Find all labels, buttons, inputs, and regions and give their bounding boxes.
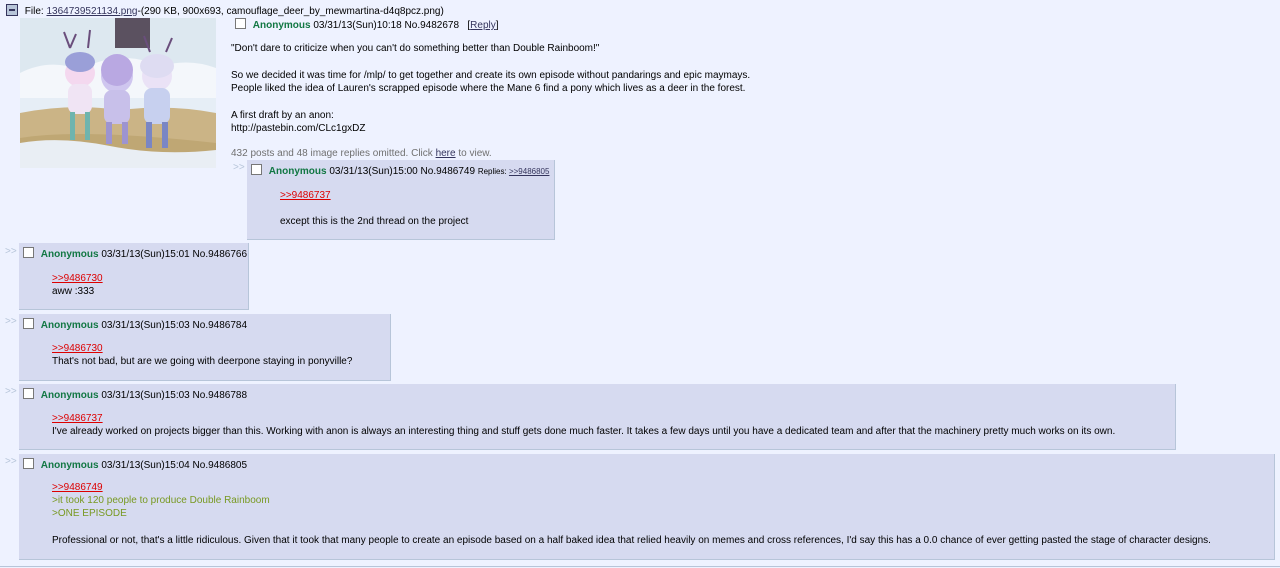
reply-arrow: >> — [5, 456, 17, 467]
backlink[interactable]: >>9486805 — [509, 167, 550, 176]
reply-postinfo: Anonymous 03/31/13(Sun)15:00 No.9486749 … — [251, 164, 549, 178]
replies-label: Replies: — [477, 167, 507, 176]
reply-post: Anonymous 03/31/13(Sun)15:04 No.9486805 … — [19, 454, 1275, 560]
reply-number[interactable]: No.9486805 — [193, 460, 248, 471]
reply-number[interactable]: No.9486784 — [193, 320, 248, 331]
op-thumbnail[interactable] — [20, 18, 216, 168]
reply-checkbox[interactable] — [23, 458, 34, 469]
reply-name: Anonymous — [40, 390, 99, 401]
reply-datetime: 03/31/13(Sun)15:04 — [101, 460, 190, 471]
op-number[interactable]: No.9482678 — [405, 20, 460, 31]
minimize-thread-icon[interactable] — [6, 4, 18, 16]
reply-arrow: >> — [5, 246, 17, 257]
reply-text: That's not bad, but are we going with de… — [52, 356, 353, 367]
omitted-notice: 432 posts and 48 image replies omitted. … — [231, 147, 492, 160]
reply-postinfo: Anonymous 03/31/13(Sun)15:03 No.9486784 — [23, 318, 247, 332]
reply-text: aww :333 — [52, 286, 95, 297]
op-line-3: People liked the idea of Lauren's scrapp… — [231, 83, 746, 94]
quote-link[interactable]: >>9486737 — [280, 189, 331, 202]
reply-checkbox[interactable] — [23, 247, 34, 258]
reply-post: Anonymous 03/31/13(Sun)15:03 No.9486784 … — [19, 314, 391, 381]
divider — [0, 566, 1280, 567]
omitted-prefix: 432 posts and 48 image replies omitted. … — [231, 148, 436, 159]
op-line-5[interactable]: http://pastebin.com/CLc1gxDZ — [231, 122, 366, 135]
op-name: Anonymous — [252, 20, 311, 31]
file-info: File: 1364739521134.png-(290 KB, 900x693… — [6, 4, 444, 17]
reply-arrow: >> — [233, 162, 245, 173]
op-line-1: "Don't dare to criticize when you can't … — [231, 43, 600, 54]
reply-datetime: 03/31/13(Sun)15:03 — [101, 320, 190, 331]
reply-text: except this is the 2nd thread on the pro… — [280, 216, 469, 227]
greentext-line: >it took 120 people to produce Double Ra… — [52, 495, 270, 506]
file-label: File: — [24, 6, 44, 17]
op-postinfo: Anonymous 03/31/13(Sun)10:18 No.9482678 … — [235, 18, 499, 32]
quote-link[interactable]: >>9486730 — [52, 342, 103, 355]
op-line-4: A first draft by an anon: — [231, 110, 334, 121]
reply-link[interactable]: Reply — [470, 20, 496, 31]
reply-arrow: >> — [5, 386, 17, 397]
deer-ponies-image — [20, 18, 216, 168]
reply-number[interactable]: No.9486788 — [193, 390, 248, 401]
reply-checkbox[interactable] — [23, 388, 34, 399]
backlinks: Replies: >>9486805 — [478, 167, 550, 176]
reply-name: Anonymous — [40, 460, 99, 471]
reply-postinfo: Anonymous 03/31/13(Sun)15:04 No.9486805 — [23, 458, 247, 472]
reply-datetime: 03/31/13(Sun)15:03 — [101, 390, 190, 401]
reply-datetime: 03/31/13(Sun)15:00 — [329, 166, 418, 177]
reply-post: Anonymous 03/31/13(Sun)15:01 No.9486766 … — [19, 243, 249, 310]
reply-postinfo: Anonymous 03/31/13(Sun)15:01 No.9486766 — [23, 247, 247, 261]
reply-post: Anonymous 03/31/13(Sun)15:00 No.9486749 … — [247, 160, 555, 240]
reply-text: Professional or not, that's a little rid… — [52, 535, 1211, 546]
file-meta: -(290 KB, 900x693, camouflage_deer_by_me… — [137, 6, 444, 17]
file-link[interactable]: 1364739521134.png — [46, 6, 137, 17]
reply-bracket-close: ] — [495, 20, 499, 31]
reply-number[interactable]: No.9486749 — [421, 166, 476, 177]
greentext-line: >ONE EPISODE — [52, 508, 127, 519]
reply-number[interactable]: No.9486766 — [193, 249, 248, 260]
reply-checkbox[interactable] — [251, 164, 262, 175]
reply-name: Anonymous — [268, 166, 327, 177]
omitted-suffix: to view. — [455, 148, 492, 159]
reply-arrow: >> — [5, 316, 17, 327]
reply-datetime: 03/31/13(Sun)15:01 — [101, 249, 190, 260]
op-checkbox[interactable] — [235, 18, 246, 29]
reply-text: I've already worked on projects bigger t… — [52, 426, 1116, 437]
quote-link[interactable]: >>9486749 — [52, 481, 103, 494]
op-datetime: 03/31/13(Sun)10:18 — [313, 20, 402, 31]
reply-postinfo: Anonymous 03/31/13(Sun)15:03 No.9486788 — [23, 388, 247, 402]
quote-link[interactable]: >>9486737 — [52, 412, 103, 425]
reply-post: Anonymous 03/31/13(Sun)15:03 No.9486788 … — [19, 384, 1176, 450]
quote-link[interactable]: >>9486730 — [52, 272, 103, 285]
reply-checkbox[interactable] — [23, 318, 34, 329]
reply-name: Anonymous — [40, 320, 99, 331]
reply-name: Anonymous — [40, 249, 99, 260]
omitted-here-link[interactable]: here — [436, 148, 456, 159]
op-line-2: So we decided it was time for /mlp/ to g… — [231, 70, 751, 81]
